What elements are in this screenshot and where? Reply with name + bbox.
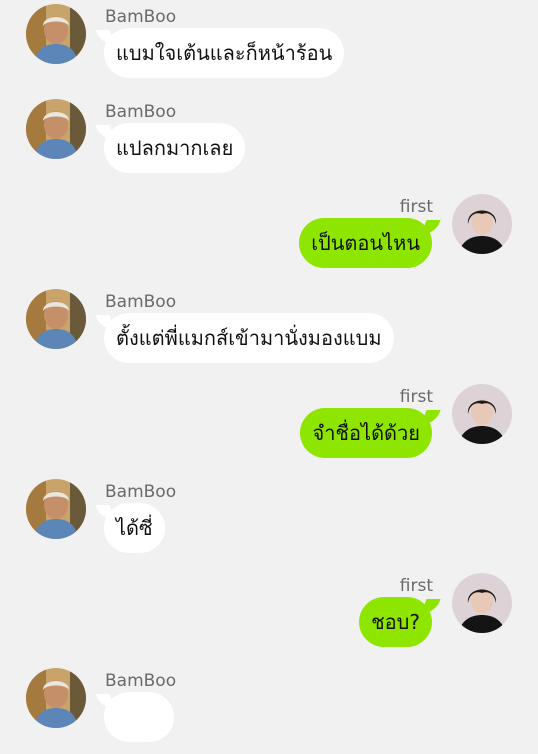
- sender-name: BamBoo: [105, 102, 177, 122]
- sender-name: BamBoo: [105, 482, 177, 502]
- message-bubble[interactable]: เป็นตอนไหน: [299, 218, 432, 268]
- avatar-bamboo[interactable]: [26, 479, 86, 539]
- sender-name: BamBoo: [105, 671, 177, 691]
- message-row: BamBoo ได้ซี่: [0, 475, 538, 565]
- avatar-bamboo[interactable]: [26, 668, 86, 728]
- avatar-first[interactable]: [452, 194, 512, 254]
- message-row: BamBoo แปลกมากเลย: [0, 95, 538, 185]
- message-row: first เป็นตอนไหน: [0, 190, 538, 280]
- message-bubble[interactable]: ได้ซี่: [104, 503, 165, 553]
- avatar-bamboo[interactable]: [26, 99, 86, 159]
- avatar-bamboo[interactable]: [26, 289, 86, 349]
- message-row: first ชอบ?: [0, 569, 538, 659]
- sender-name: BamBoo: [105, 7, 177, 27]
- message-bubble[interactable]: จำชื่อได้ด้วย: [300, 408, 432, 458]
- message-row: first จำชื่อได้ด้วย: [0, 380, 538, 470]
- sender-name: BamBoo: [105, 292, 177, 312]
- message-bubble[interactable]: [104, 692, 174, 742]
- sender-name: first: [399, 387, 433, 407]
- message-bubble[interactable]: แปลกมากเลย: [104, 123, 246, 173]
- message-bubble[interactable]: ตั้งแต่พี่แมกส์เข้ามานั่งมองแบม: [104, 313, 394, 363]
- message-bubble[interactable]: แบมใจเต้นและก็หน้าร้อน: [104, 28, 345, 78]
- message-row: BamBoo แบมใจเต้นและก็หน้าร้อน: [0, 0, 538, 90]
- sender-name: first: [399, 197, 433, 217]
- chat-message-list[interactable]: BamBoo แบมใจเต้นและก็หน้าร้อน BamBoo แปล…: [0, 0, 538, 742]
- message-row: BamBoo: [0, 664, 538, 754]
- sender-name: first: [399, 576, 433, 596]
- avatar-bamboo[interactable]: [26, 4, 86, 64]
- avatar-first[interactable]: [452, 573, 512, 633]
- avatar-first[interactable]: [452, 384, 512, 444]
- message-bubble[interactable]: ชอบ?: [359, 597, 432, 647]
- message-row: BamBoo ตั้งแต่พี่แมกส์เข้ามานั่งมองแบม: [0, 285, 538, 375]
